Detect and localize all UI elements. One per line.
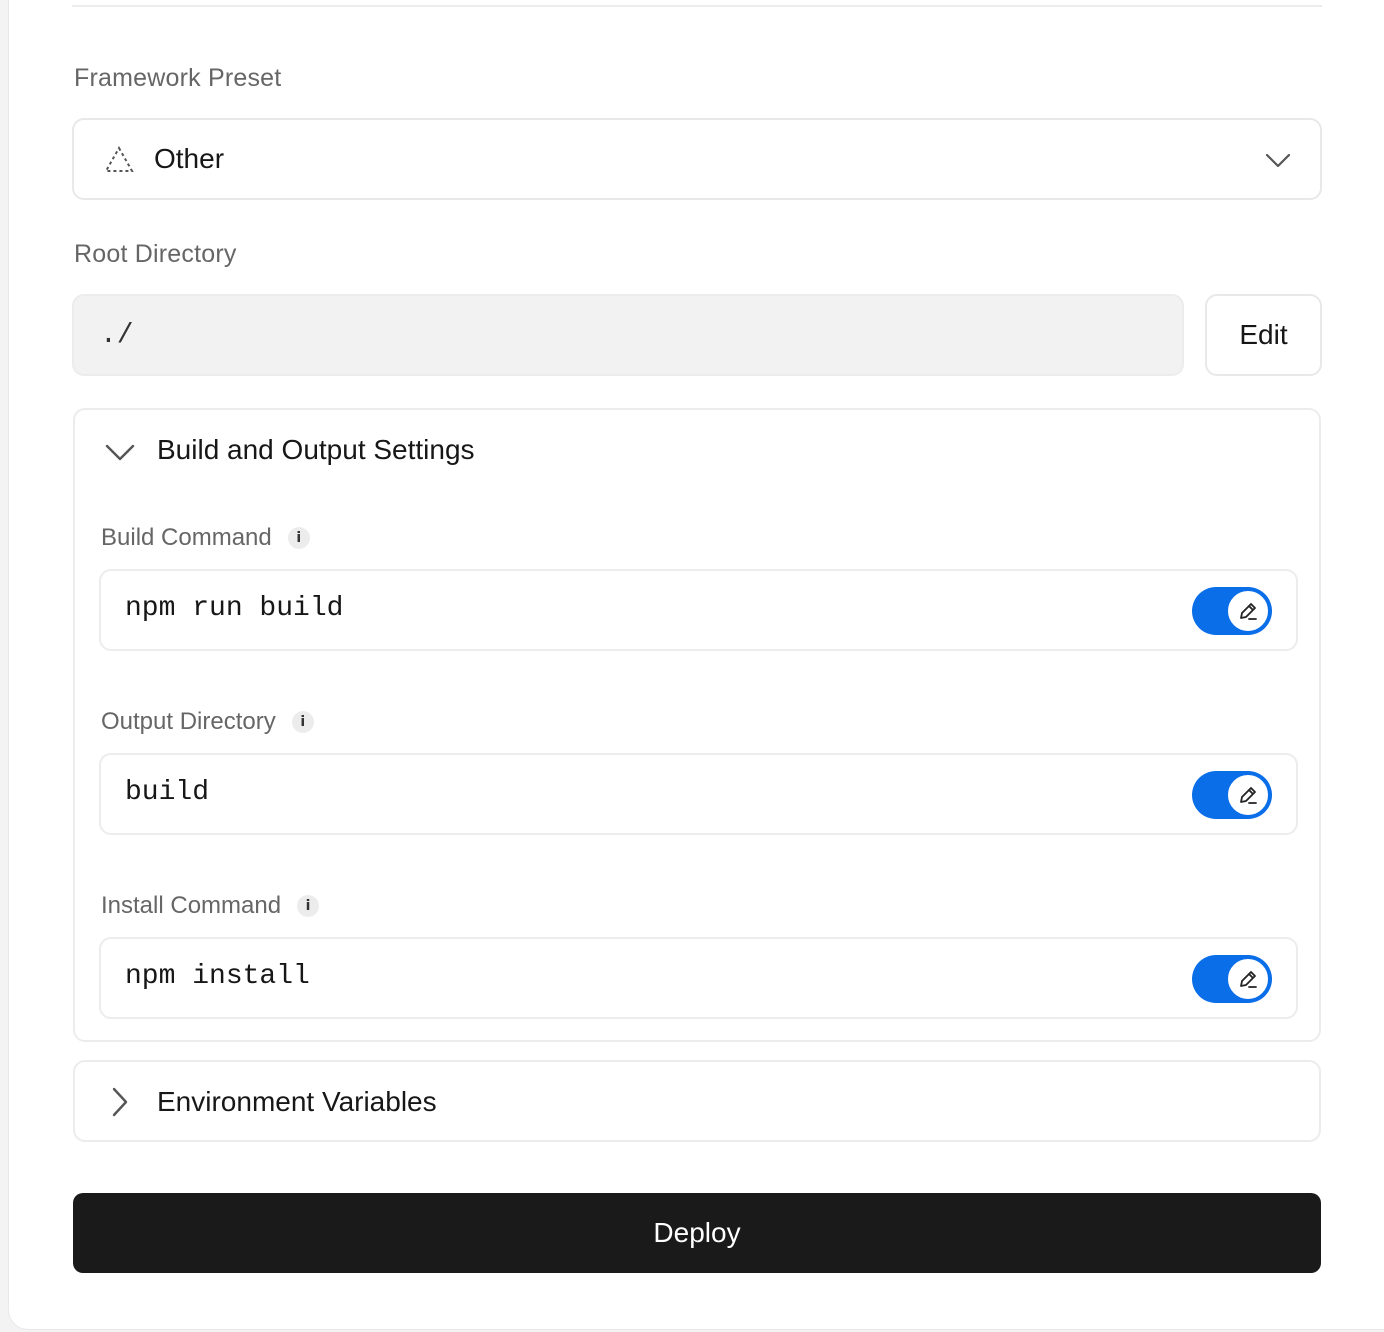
- output-directory-label: Output Directory i: [101, 708, 314, 736]
- info-icon[interactable]: i: [291, 711, 314, 733]
- chevron-down-icon: [103, 440, 137, 469]
- install-command-field: npm install: [99, 937, 1298, 1019]
- pencil-icon: [1226, 773, 1270, 817]
- root-directory-field: ./: [72, 294, 1184, 376]
- output-directory-value: build: [125, 777, 210, 808]
- environment-variables-section[interactable]: Environment Variables: [73, 1060, 1321, 1142]
- info-icon[interactable]: i: [297, 895, 320, 917]
- framework-triangle-icon: [104, 145, 134, 179]
- output-directory-label-text: Output Directory: [101, 708, 276, 735]
- install-command-override-toggle[interactable]: [1192, 955, 1272, 1003]
- chevron-down-icon: [1264, 148, 1292, 177]
- framework-preset-value: Other: [154, 143, 225, 174]
- pencil-icon: [1226, 589, 1270, 633]
- edit-root-directory-button[interactable]: Edit: [1205, 294, 1322, 376]
- chevron-right-icon: [109, 1086, 129, 1123]
- build-command-label: Build Command i: [101, 524, 310, 552]
- framework-preset-select[interactable]: Other: [72, 118, 1322, 200]
- output-directory-override-toggle[interactable]: [1192, 771, 1272, 819]
- install-command-label-text: Install Command: [101, 892, 282, 919]
- build-command-override-toggle[interactable]: [1192, 587, 1272, 635]
- build-command-value: npm run build: [125, 593, 344, 624]
- build-output-settings-section: Build and Output Settings Build Command …: [73, 408, 1321, 1042]
- build-output-settings-title: Build and Output Settings: [157, 434, 475, 465]
- build-command-label-text: Build Command: [101, 524, 272, 551]
- divider: [72, 5, 1322, 7]
- info-icon[interactable]: i: [287, 527, 310, 549]
- build-command-field: npm run build: [99, 569, 1298, 651]
- pencil-icon: [1226, 957, 1270, 1001]
- install-command-label: Install Command i: [101, 892, 320, 920]
- output-directory-field: build: [99, 753, 1298, 835]
- environment-variables-title: Environment Variables: [157, 1086, 437, 1117]
- root-directory-label: Root Directory: [74, 240, 237, 268]
- framework-preset-label: Framework Preset: [74, 64, 282, 92]
- install-command-value: npm install: [125, 961, 310, 992]
- deploy-button[interactable]: Deploy: [73, 1193, 1321, 1273]
- build-output-settings-toggle[interactable]: Build and Output Settings: [75, 410, 1319, 494]
